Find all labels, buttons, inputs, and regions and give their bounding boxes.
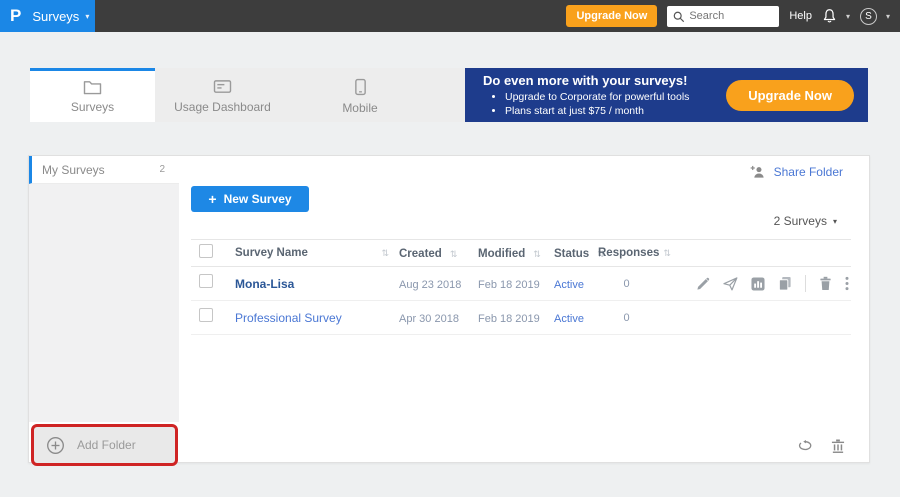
- tab-label: Surveys: [71, 100, 114, 114]
- column-label: Status: [554, 248, 589, 260]
- status-link[interactable]: Active: [554, 313, 584, 325]
- reports-chart-icon[interactable]: [751, 277, 765, 291]
- plus-circle-icon: [46, 436, 65, 455]
- duplicate-copy-icon[interactable]: [778, 276, 792, 291]
- chevron-down-icon: ▾: [846, 12, 850, 21]
- tab-label: Mobile: [342, 101, 377, 115]
- sort-icon[interactable]: ⇅: [663, 248, 671, 259]
- survey-count-dropdown[interactable]: 2 Surveys ▾: [774, 214, 837, 228]
- card-footer-icons: [797, 439, 845, 454]
- survey-name-link[interactable]: Mona-Lisa: [235, 277, 294, 291]
- modified-date: Feb 18 2019: [478, 313, 540, 325]
- more-options-icon[interactable]: [845, 276, 849, 291]
- new-survey-button[interactable]: + New Survey: [191, 186, 309, 212]
- sort-icon[interactable]: ⇅: [450, 249, 458, 259]
- add-folder-button[interactable]: Add Folder: [31, 424, 178, 466]
- tab-usage-dashboard[interactable]: Usage Dashboard: [155, 68, 290, 122]
- column-label: Survey Name: [235, 247, 308, 259]
- row-actions: [673, 275, 851, 292]
- created-date: Apr 30 2018: [399, 313, 459, 325]
- upgrade-now-pill-button[interactable]: Upgrade Now: [726, 80, 854, 111]
- tab-label: Usage Dashboard: [174, 100, 271, 114]
- folder-label: My Surveys: [42, 163, 105, 177]
- delete-trash-icon[interactable]: [819, 276, 832, 291]
- survey-name-link[interactable]: Professional Survey: [235, 311, 342, 325]
- folder-icon: [83, 79, 102, 95]
- share-folder-link[interactable]: Share Folder: [750, 165, 843, 179]
- new-survey-label: New Survey: [224, 192, 292, 206]
- column-label: Created: [399, 248, 442, 260]
- modified-date: Feb 18 2019: [478, 279, 540, 291]
- promo-bullets: Upgrade to Corporate for powerful tools …: [483, 90, 689, 118]
- tab-surveys[interactable]: Surveys: [30, 68, 155, 122]
- surveys-card: My Surveys 2 Add Folder + New Survey Sha…: [28, 155, 870, 463]
- upgrade-now-button[interactable]: Upgrade Now: [566, 5, 657, 27]
- sidebar-item-my-surveys[interactable]: My Surveys 2: [29, 156, 179, 184]
- topbar-right: Upgrade Now Help ▾ S ▾: [566, 0, 890, 32]
- status-link[interactable]: Active: [554, 279, 584, 291]
- actions-divider: [805, 275, 806, 292]
- responses-count: 0: [598, 278, 673, 290]
- share-person-icon: [750, 165, 767, 179]
- header-modified[interactable]: Modified ⇅: [478, 244, 554, 262]
- table-row: Professional Survey Apr 30 2018 Feb 18 2…: [191, 301, 851, 335]
- chevron-down-icon: ▾: [85, 12, 89, 21]
- edit-pencil-icon[interactable]: [696, 277, 710, 291]
- plus-icon: +: [208, 191, 216, 207]
- header-responses[interactable]: Responses ⇅: [598, 247, 673, 259]
- chevron-down-icon: ▾: [833, 217, 837, 226]
- table-row: Mona-Lisa Aug 23 2018 Feb 18 2019 Active…: [191, 267, 851, 301]
- avatar: S: [860, 8, 877, 25]
- tab-strip: Surveys Usage Dashboard Mobile: [30, 68, 465, 122]
- product-switcher[interactable]: Surveys: [32, 9, 79, 24]
- folder-list-panel: [29, 184, 179, 422]
- promo-bullet: Upgrade to Corporate for powerful tools: [505, 90, 689, 104]
- survey-count-label: 2 Surveys: [774, 214, 827, 228]
- header-status[interactable]: Status⇅: [554, 244, 598, 262]
- search-icon: [673, 11, 685, 23]
- sort-icon[interactable]: ⇅: [533, 249, 541, 259]
- responses-count: 0: [598, 312, 673, 324]
- mobile-icon: [354, 78, 367, 96]
- send-plane-icon[interactable]: [723, 277, 738, 291]
- header-survey-name[interactable]: Survey Name ⇅: [235, 247, 399, 259]
- tab-strip-filler: [430, 68, 465, 122]
- top-bar: P Surveys ▾ Upgrade Now Help ▾ S ▾: [0, 0, 900, 32]
- column-label: Modified: [478, 248, 525, 260]
- column-label: Responses: [598, 247, 659, 259]
- created-date: Aug 23 2018: [399, 279, 461, 291]
- proprofs-logo-icon: P: [10, 6, 21, 26]
- page: P Surveys ▾ Upgrade Now Help ▾ S ▾ Surve: [0, 0, 900, 497]
- restore-loop-icon[interactable]: [797, 440, 813, 453]
- promo-text: Do even more with your surveys! Upgrade …: [483, 73, 689, 118]
- notifications[interactable]: ▾: [822, 8, 850, 24]
- dashboard-icon: [213, 79, 232, 95]
- header-checkbox-cell: [191, 244, 235, 263]
- add-folder-label: Add Folder: [77, 438, 136, 452]
- row-checkbox[interactable]: [199, 274, 213, 288]
- select-all-checkbox[interactable]: [199, 244, 213, 258]
- share-folder-label: Share Folder: [774, 165, 843, 179]
- brand-block[interactable]: P Surveys ▾: [0, 0, 95, 32]
- promo-bullet: Plans start at just $75 / month: [505, 104, 689, 118]
- help-link[interactable]: Help: [789, 10, 812, 22]
- tab-mobile[interactable]: Mobile: [290, 68, 430, 122]
- trash-bin-icon[interactable]: [831, 439, 845, 454]
- table-header-row: Survey Name ⇅ Created⇅ Modified⇅ Status⇅…: [191, 239, 851, 267]
- promo-banner: Do even more with your surveys! Upgrade …: [465, 68, 868, 122]
- promo-title: Do even more with your surveys!: [483, 73, 689, 88]
- row-checkbox[interactable]: [199, 308, 213, 322]
- search-box: [667, 6, 779, 27]
- bell-icon: [822, 8, 837, 24]
- surveys-table: Survey Name ⇅ Created⇅ Modified⇅ Status⇅…: [191, 239, 851, 335]
- folder-count-badge: 2: [159, 164, 165, 175]
- sort-icon[interactable]: ⇅: [381, 248, 389, 259]
- chevron-down-icon: ▾: [886, 12, 890, 21]
- header-created[interactable]: Created ⇅: [399, 244, 478, 262]
- account-menu[interactable]: S ▾: [860, 8, 890, 25]
